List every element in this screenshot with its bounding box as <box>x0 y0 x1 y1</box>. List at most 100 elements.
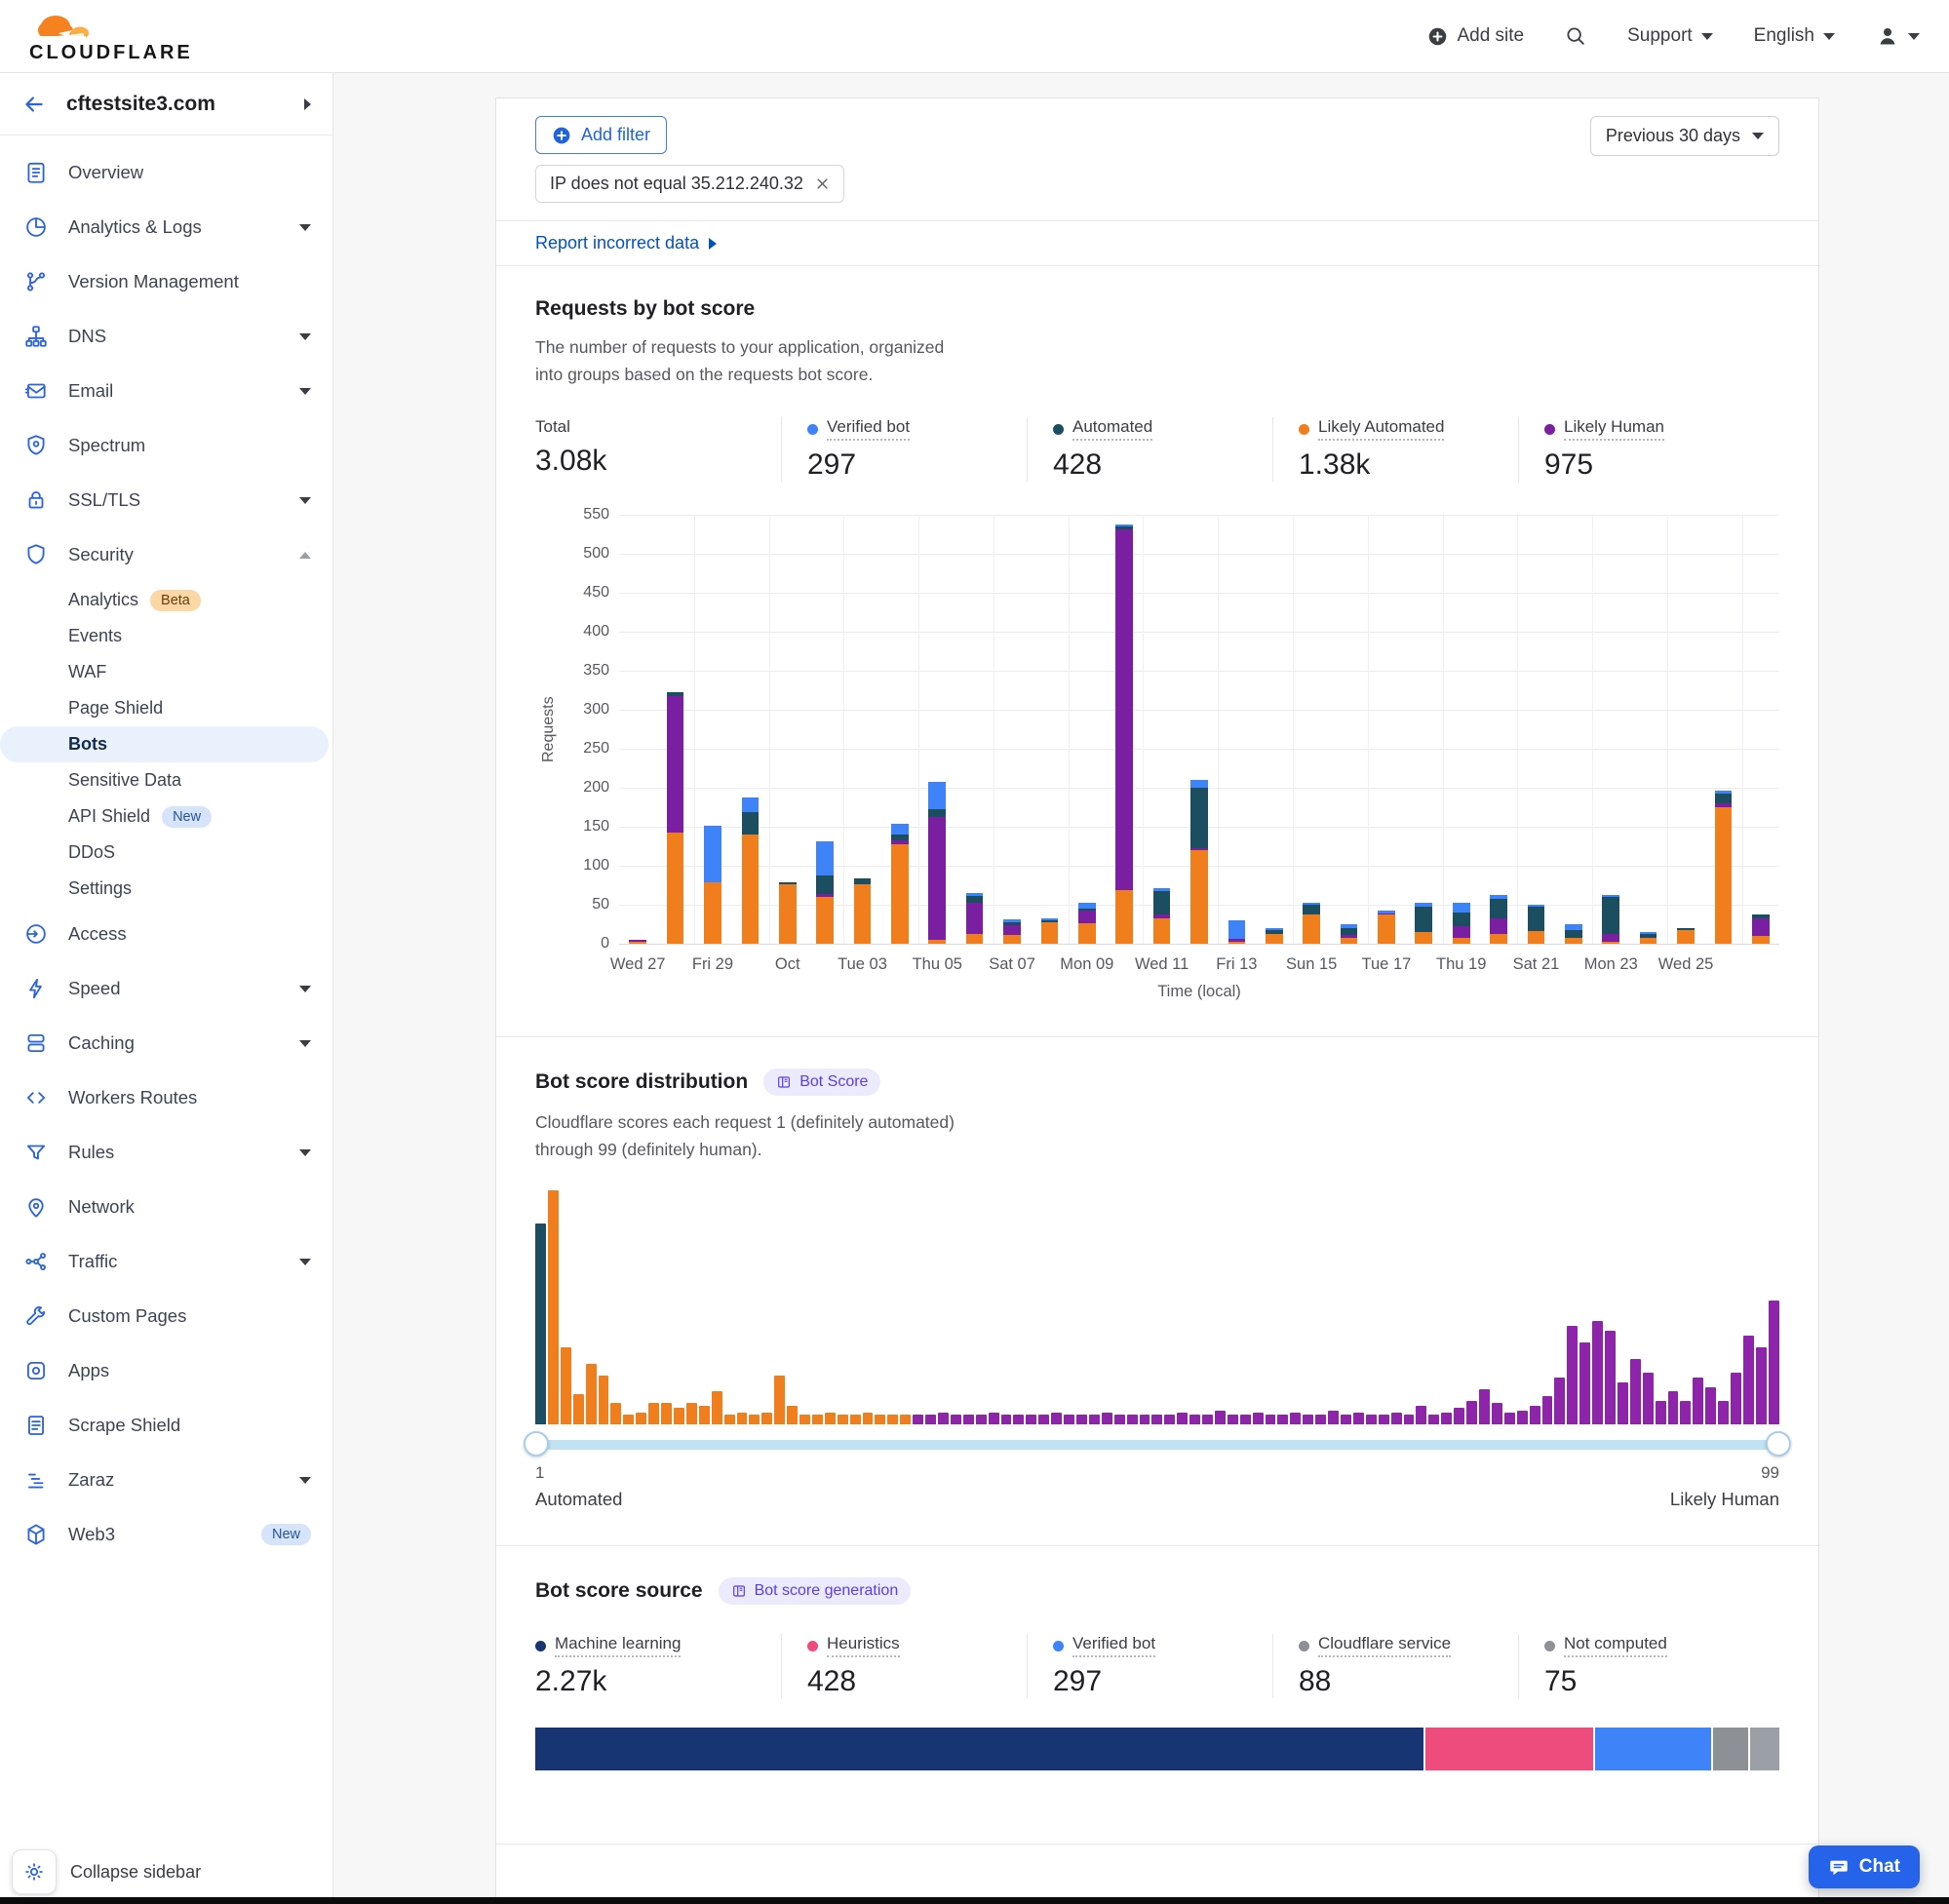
sidebar-item-traffic[interactable]: Traffic <box>0 1234 332 1289</box>
settings-gear-button[interactable] <box>12 1849 57 1894</box>
slider-handle-max[interactable] <box>1766 1431 1791 1457</box>
y-axis-title: Requests <box>535 515 563 944</box>
stat-label[interactable]: Not computed <box>1544 1634 1667 1657</box>
sidebar-item-version-management[interactable]: Version Management <box>0 254 332 309</box>
search-icon <box>1565 25 1586 47</box>
share-nodes-icon <box>23 1249 49 1274</box>
account-menu[interactable] <box>1876 24 1920 48</box>
stat-label[interactable]: Machine learning <box>535 1634 681 1657</box>
book-icon <box>731 1583 747 1599</box>
sidebar-item-label: Workers Routes <box>68 1087 311 1108</box>
stacked-bar <box>1341 924 1358 944</box>
histogram-bar <box>1391 1413 1402 1424</box>
histogram-bar <box>1680 1401 1691 1424</box>
sidebar-item-scrape-shield[interactable]: Scrape Shield <box>0 1398 332 1453</box>
score-range-slider[interactable] <box>535 1440 1779 1450</box>
histogram-bar <box>1202 1415 1213 1424</box>
stat-label[interactable]: Verified bot <box>807 417 910 441</box>
stacked-bar <box>1115 525 1133 944</box>
histogram-bar <box>636 1413 646 1424</box>
x-tick-label: Fri 13 <box>1216 955 1257 974</box>
sidebar-subitem-events[interactable]: Events <box>0 618 332 654</box>
stat-label[interactable]: Heuristics <box>807 1634 900 1657</box>
histogram-bar <box>1076 1415 1087 1424</box>
sidebar-item-ssl-tls[interactable]: SSL/TLS <box>0 473 332 527</box>
stat-label[interactable]: Likely Human <box>1544 417 1664 441</box>
sidebar-item-apps[interactable]: Apps <box>0 1343 332 1398</box>
collapse-sidebar[interactable]: Collapse sidebar <box>12 1849 201 1894</box>
sidebar-item-email[interactable]: Email <box>0 364 332 418</box>
sidebar-item-dns[interactable]: DNS <box>0 309 332 364</box>
sidebar-item-rules[interactable]: Rules <box>0 1125 332 1180</box>
card-description: The number of requests to your applicati… <box>535 333 955 388</box>
stat-cloudflare-service: Cloudflare service88 <box>1272 1634 1518 1698</box>
histogram-bar <box>1466 1401 1477 1424</box>
x-tick-label: Wed 27 <box>610 955 666 974</box>
chevron-down-icon <box>299 497 311 504</box>
add-site-button[interactable]: Add site <box>1427 25 1524 47</box>
search-button[interactable] <box>1565 25 1586 47</box>
stat-value: 75 <box>1544 1665 1731 1698</box>
slider-min-label: Automated <box>535 1489 622 1510</box>
sidebar-item-spectrum[interactable]: Spectrum <box>0 418 332 473</box>
sidebar-item-label: SSL/TLS <box>68 489 280 511</box>
sidebar-item-speed[interactable]: Speed <box>0 961 332 1016</box>
cloudflare-logo[interactable]: CLOUDFLARE <box>29 8 193 64</box>
sidebar-subitem-page-shield[interactable]: Page Shield <box>0 690 332 726</box>
stat-label[interactable]: Verified bot <box>1053 1634 1155 1657</box>
stacked-bar <box>1153 888 1171 944</box>
site-switcher[interactable]: cftestsite3.com <box>0 73 332 136</box>
histogram-bar <box>863 1413 874 1424</box>
histogram-bar <box>623 1415 634 1424</box>
slider-handle-min[interactable] <box>524 1431 549 1457</box>
support-menu[interactable]: Support <box>1627 25 1713 47</box>
sidebar-subitem-bots[interactable]: Bots <box>0 726 329 762</box>
date-range-dropdown[interactable]: Previous 30 days <box>1590 116 1779 156</box>
add-filter-button[interactable]: Add filter <box>535 116 667 154</box>
chevron-down-icon <box>299 224 311 231</box>
language-menu[interactable]: English <box>1754 25 1835 47</box>
histogram-bar <box>1416 1406 1426 1424</box>
sidebar-subitem-sensitive-data[interactable]: Sensitive Data <box>0 762 332 798</box>
stat-value: 1.38k <box>1299 448 1485 482</box>
histogram-bar <box>1492 1403 1502 1424</box>
sidebar-item-overview[interactable]: Overview <box>0 145 332 200</box>
filter-bar: Add filter IP does not equal 35.212.240.… <box>496 98 1818 220</box>
stat-label[interactable]: Cloudflare service <box>1299 1634 1451 1657</box>
stacked-bar <box>1715 791 1733 944</box>
bot-score-doc-badge[interactable]: Bot Score <box>763 1069 880 1096</box>
histogram-bar <box>850 1415 861 1424</box>
sidebar-item-custom-pages[interactable]: Custom Pages <box>0 1289 332 1343</box>
sidebar-item-network[interactable]: Network <box>0 1180 332 1234</box>
sidebar-item-security[interactable]: Security <box>0 527 332 582</box>
sidebar-item-access[interactable]: Access <box>0 907 332 961</box>
sidebar-item-caching[interactable]: Caching <box>0 1016 332 1070</box>
histogram-bar <box>1454 1408 1464 1424</box>
sidebar-item-analytics-logs[interactable]: Analytics & Logs <box>0 200 332 254</box>
branch-icon <box>23 269 49 294</box>
histogram-bar <box>1668 1391 1679 1424</box>
sidebar-subitem-waf[interactable]: WAF <box>0 654 332 690</box>
sidebar-subitem-api-shield[interactable]: API ShieldNew <box>0 798 332 835</box>
stat-label[interactable]: Automated <box>1053 417 1152 441</box>
sidebar-subitem-label: API Shield <box>68 806 150 827</box>
chat-button[interactable]: Chat <box>1809 1846 1920 1888</box>
sidebar-item-workers-routes[interactable]: Workers Routes <box>0 1070 332 1125</box>
sidebar-item-zaraz[interactable]: Zaraz <box>0 1453 332 1507</box>
report-incorrect-data-link[interactable]: Report incorrect data <box>535 233 717 253</box>
stat-verified-bot: Verified bot297 <box>1027 1634 1272 1698</box>
filter-chip[interactable]: IP does not equal 35.212.240.32 <box>535 165 844 203</box>
legend-dot-icon <box>1299 1641 1309 1651</box>
sidebar-subitem-ddos[interactable]: DDoS <box>0 835 332 871</box>
bot-score-generation-badge[interactable]: Bot score generation <box>719 1577 912 1605</box>
sidebar-subitem-analytics[interactable]: AnalyticsBeta <box>0 582 332 618</box>
histogram-bar <box>1341 1415 1351 1424</box>
chat-bubble-icon <box>1828 1856 1850 1878</box>
y-tick-label: 100 <box>563 857 609 874</box>
histogram-bar <box>712 1391 722 1424</box>
close-icon[interactable] <box>815 176 830 191</box>
sidebar-item-web3[interactable]: Web3New <box>0 1507 332 1562</box>
plus-circle-icon <box>1427 26 1448 47</box>
stat-label[interactable]: Likely Automated <box>1299 417 1444 441</box>
sidebar-subitem-settings[interactable]: Settings <box>0 871 332 907</box>
